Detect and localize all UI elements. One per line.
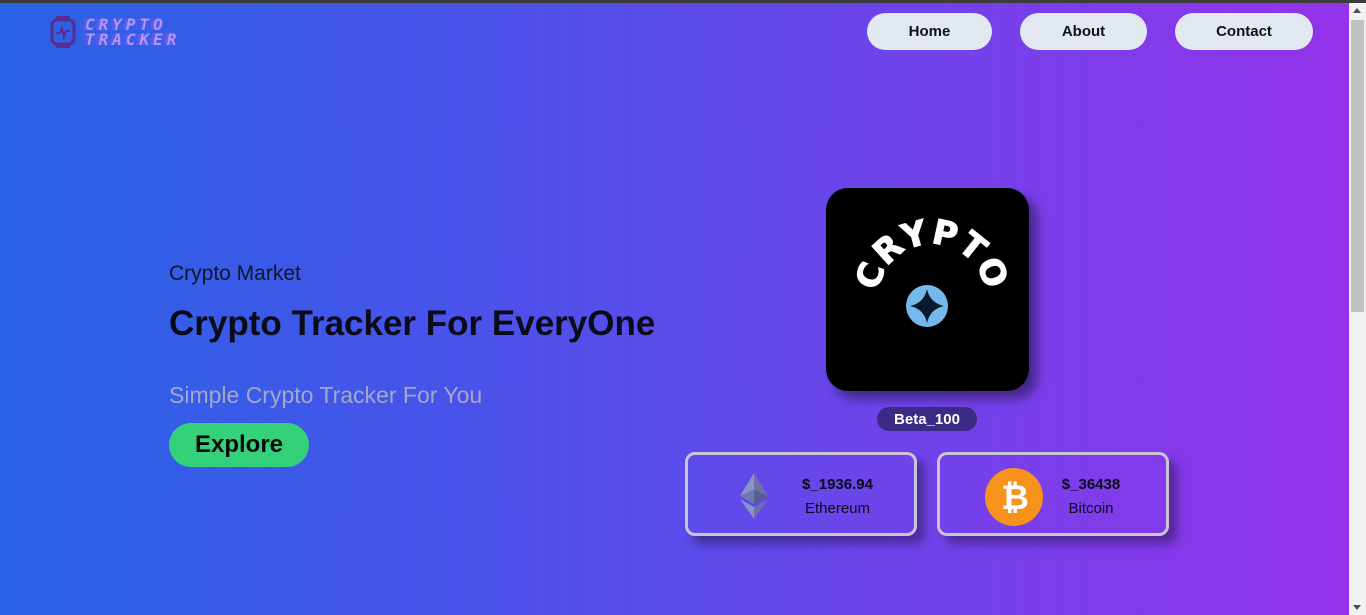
scrollbar-thumb[interactable]	[1351, 20, 1364, 312]
ethereum-icon	[737, 473, 771, 519]
vertical-scrollbar[interactable]	[1349, 3, 1366, 615]
bitcoin-price: $_36438	[1061, 476, 1121, 493]
main-nav: Home About Contact	[0, 13, 1349, 50]
nav-home-button[interactable]: Home	[867, 13, 992, 50]
explore-button[interactable]: Explore	[169, 423, 309, 467]
version-badge: Beta_100	[877, 407, 977, 431]
hero-tagline: Simple Crypto Tracker For You	[169, 382, 483, 408]
scroll-down-arrow-icon[interactable]	[1353, 605, 1361, 610]
nav-contact-button[interactable]: Contact	[1175, 13, 1313, 50]
bitcoin-icon: ₿	[984, 467, 1044, 527]
ethereum-card[interactable]: $_1936.94 Ethereum	[685, 452, 917, 536]
ethereum-name: Ethereum	[804, 500, 871, 517]
hero-subtitle: Crypto Market	[169, 262, 301, 285]
crypto-logo-text: CRYPTO	[847, 212, 1015, 295]
svg-text:CRYPTO: CRYPTO	[848, 212, 1016, 294]
bitcoin-name: Bitcoin	[1068, 500, 1114, 517]
ethereum-price: $_1936.94	[802, 476, 873, 493]
hero-title: Crypto Tracker For EveryOne	[169, 304, 656, 343]
nav-about-button[interactable]: About	[1020, 13, 1147, 50]
bitcoin-card[interactable]: ₿ $_36438 Bitcoin	[937, 452, 1169, 536]
scroll-up-arrow-icon[interactable]	[1353, 8, 1361, 13]
crypto-logo-icon: CRYPTO	[847, 212, 1016, 327]
crypto-logo-card: CRYPTO	[826, 188, 1029, 391]
landing-page: CRYPTO TRACKER Home About Contact Crypto…	[0, 3, 1349, 615]
svg-text:₿: ₿	[1001, 478, 1029, 518]
